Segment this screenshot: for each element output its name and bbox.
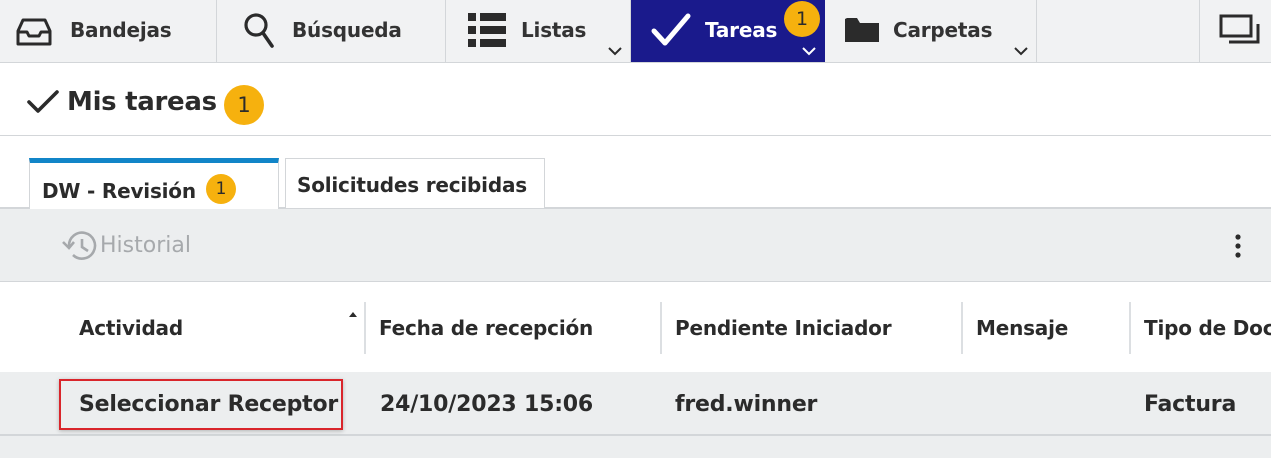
column-label: Fecha de recepción (379, 316, 594, 340)
tasks-count: 1 (237, 93, 251, 117)
table-row[interactable]: Seleccionar Receptor 24/10/2023 15:06 fr… (0, 372, 1271, 436)
tareas-count-badge: 1 (784, 1, 820, 37)
sort-ascending-icon (349, 312, 357, 317)
inbox-icon (16, 18, 52, 46)
more-vertical-icon[interactable] (1231, 233, 1245, 261)
table-empty-area (0, 436, 1271, 458)
top-navigation: Bandejas Búsqueda Listas Tareas 1 Carpet… (0, 0, 1271, 63)
column-label: Pendiente Iniciador (675, 316, 892, 340)
tab-solicitudes-recibidas[interactable]: Solicitudes recibidas (285, 158, 545, 208)
chevron-down-icon[interactable] (607, 46, 623, 56)
column-header-tipo[interactable]: Tipo de Doc (1131, 282, 1271, 372)
nav-label-busqueda: Búsqueda (292, 18, 402, 42)
nav-item-listas[interactable]: Listas (446, 0, 631, 62)
tab-count: 1 (215, 179, 227, 199)
chevron-down-icon[interactable] (1013, 46, 1029, 56)
toolbar: Historial (0, 209, 1271, 282)
cell-fecha: 24/10/2023 15:06 (380, 392, 594, 417)
cell-pendiente: fred.winner (675, 392, 818, 417)
tareas-count: 1 (795, 8, 809, 30)
nav-label-bandejas: Bandejas (70, 18, 172, 42)
window-restore-icon (1219, 14, 1260, 44)
folder-icon (845, 18, 879, 42)
tab-label: DW - Revisión (42, 179, 196, 203)
window-restore-button[interactable] (1199, 0, 1271, 62)
column-label: Mensaje (976, 316, 1069, 340)
page-title: Mis tareas (67, 87, 217, 117)
cell-tipo: Factura (1144, 392, 1237, 417)
tab-count-badge: 1 (206, 174, 236, 204)
nav-label-tareas: Tareas (705, 18, 778, 42)
tasks-count-badge: 1 (224, 85, 264, 125)
page-header: Mis tareas 1 (0, 63, 1271, 136)
nav-label-carpetas: Carpetas (893, 18, 993, 42)
history-label: Historial (100, 233, 191, 258)
list-icon (468, 13, 506, 47)
tab-bar: DW - Revisión 1 Solicitudes recibidas (0, 136, 1271, 209)
chevron-down-icon[interactable] (801, 46, 817, 56)
table-header: Actividad Fecha de recepción Pendiente I… (0, 282, 1271, 372)
history-icon (62, 231, 97, 260)
history-button[interactable]: Historial (58, 225, 198, 265)
column-header-fecha[interactable]: Fecha de recepción (366, 282, 661, 372)
column-header-actividad[interactable]: Actividad (0, 282, 365, 372)
column-label: Actividad (79, 316, 183, 340)
cell-actividad[interactable]: Seleccionar Receptor (79, 392, 338, 417)
nav-item-carpetas[interactable]: Carpetas (825, 0, 1037, 62)
column-label: Tipo de Doc (1144, 316, 1271, 340)
nav-item-bandejas[interactable]: Bandejas (0, 0, 217, 62)
column-header-pendiente[interactable]: Pendiente Iniciador (662, 282, 962, 372)
column-header-mensaje[interactable]: Mensaje (963, 282, 1131, 372)
search-icon (244, 13, 274, 48)
checkmark-icon (27, 90, 59, 113)
nav-item-tareas[interactable]: Tareas 1 (631, 0, 825, 62)
tab-label: Solicitudes recibidas (297, 173, 527, 197)
nav-item-busqueda[interactable]: Búsqueda (217, 0, 446, 62)
checkmark-icon (651, 13, 691, 46)
tab-dw-revision[interactable]: DW - Revisión 1 (29, 158, 279, 209)
nav-label-listas: Listas (521, 18, 587, 42)
